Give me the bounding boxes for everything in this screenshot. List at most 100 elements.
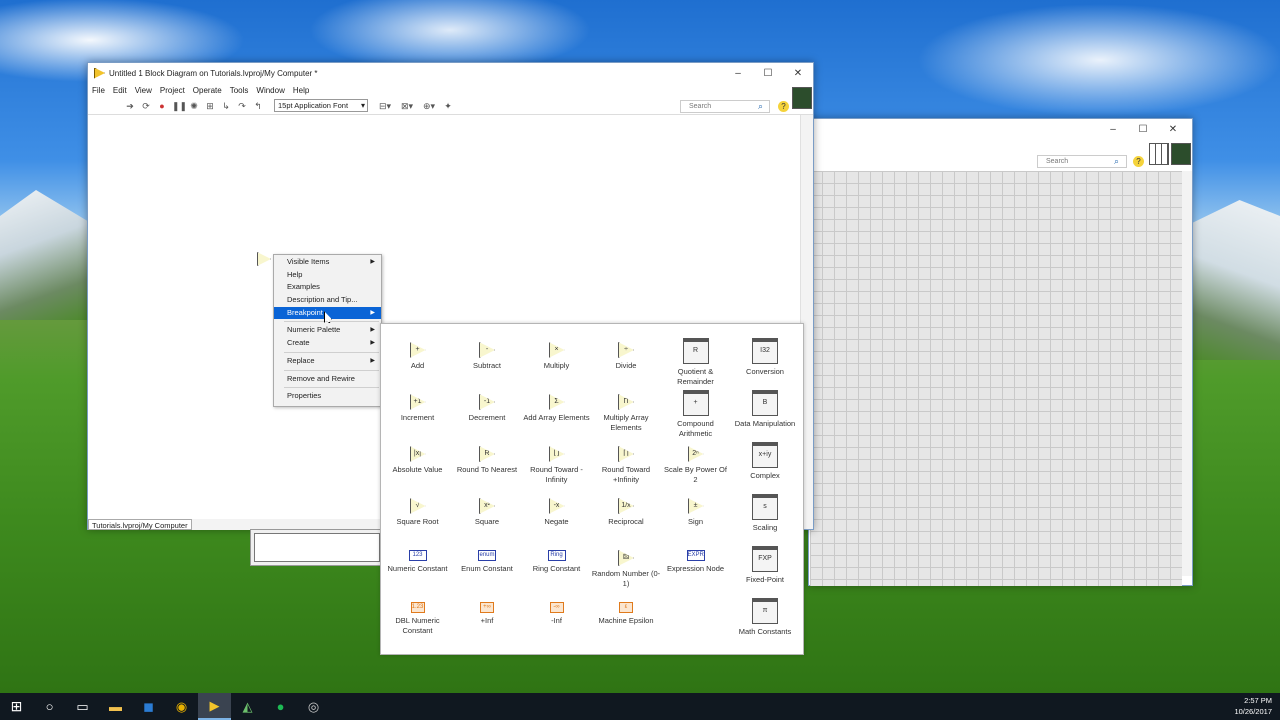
palette-item-sign[interactable]: ± Sign xyxy=(661,498,730,527)
cleanup-diagram-icon[interactable]: ✦ xyxy=(442,100,454,112)
minimize-button[interactable]: – xyxy=(1098,124,1128,135)
palette-item-compound-arithmetic[interactable]: + Compound Arithmetic xyxy=(661,390,730,439)
menu-item-examples[interactable]: Examples xyxy=(274,281,381,294)
chrome-icon[interactable]: ◉ xyxy=(165,693,198,720)
menu-help[interactable]: Help xyxy=(293,86,309,95)
palette-item-round-to-nearest[interactable]: R Round To Nearest xyxy=(453,446,522,475)
math-constants-icon: π xyxy=(752,598,778,624)
search-input[interactable]: Search xyxy=(680,100,770,113)
inf-icon: -∞ xyxy=(549,602,564,613)
palette-item-square[interactable]: x² Square xyxy=(453,498,522,527)
close-button[interactable]: ✕ xyxy=(783,68,813,79)
maximize-button[interactable]: ☐ xyxy=(1128,124,1158,135)
task-view-icon[interactable]: ▭ xyxy=(66,693,99,720)
palette-item-machine-epsilon[interactable]: ε Machine Epsilon xyxy=(592,602,661,626)
palette-item-multiply[interactable]: × Multiply xyxy=(522,342,591,371)
font-select[interactable]: 15pt Application Font xyxy=(274,99,368,112)
front-panel-window[interactable]: – ☐ ✕ Search ⌕ ? xyxy=(808,118,1193,586)
palette-item-enum-constant[interactable]: enum Enum Constant xyxy=(453,550,522,574)
palette-item-inf[interactable]: +∞ +Inf xyxy=(453,602,522,626)
run-icon[interactable]: ➔ xyxy=(124,100,136,112)
start-button[interactable]: ⊞ xyxy=(0,693,33,720)
step-over-icon[interactable]: ↷ xyxy=(236,100,248,112)
palette-item-quotient-remainder[interactable]: R Quotient & Remainder xyxy=(661,338,730,387)
file-explorer-icon[interactable]: ▬ xyxy=(99,693,132,720)
palette-item-scaling[interactable]: s Scaling xyxy=(731,494,800,533)
search-icon[interactable]: ○ xyxy=(33,693,66,720)
pause-icon[interactable]: ❚❚ xyxy=(172,100,187,112)
palette-item-conversion[interactable]: I32 Conversion xyxy=(731,338,800,377)
align-objects-icon[interactable]: ⊟▾ xyxy=(376,100,394,112)
palette-item-subtract[interactable]: - Subtract xyxy=(453,342,522,371)
palette-grid-icon[interactable] xyxy=(1149,143,1169,165)
palette-item-square-root[interactable]: √ Square Root xyxy=(383,498,452,527)
search-icon[interactable]: ⌕ xyxy=(758,101,763,112)
menu-item-description[interactable]: Description and Tip... xyxy=(274,294,381,307)
palette-item-complex[interactable]: x+iy Complex xyxy=(731,442,800,481)
retain-wire-values-icon[interactable]: ⊞ xyxy=(204,100,216,112)
palette-item-data-manipulation[interactable]: B Data Manipulation xyxy=(731,390,800,429)
palette-item-math-constants[interactable]: π Math Constants xyxy=(731,598,800,637)
taskbar: ⊞ ○ ▭ ▬ ◼ ◉ ▶ ◭ ● ◎ 2:57 PM 10/26/2017 xyxy=(0,693,1280,720)
palette-item-label: DBL Numeric Constant xyxy=(395,616,440,635)
menu-project[interactable]: Project xyxy=(160,86,185,95)
abort-icon[interactable]: ● xyxy=(156,100,168,112)
menu-item-properties[interactable]: Properties xyxy=(274,390,381,403)
palette-item-increment[interactable]: +1 Increment xyxy=(383,394,452,423)
menu-item-remove-and-rewire[interactable]: Remove and Rewire xyxy=(274,373,381,386)
palette-item-round-toward-infinity[interactable]: ⌊⌋ Round Toward -Infinity xyxy=(522,446,591,485)
palette-item-add[interactable]: + Add xyxy=(383,342,452,371)
palette-item-scale-by-power-of-2[interactable]: 2ⁿ Scale By Power Of 2 xyxy=(661,446,730,485)
palette-item-inf[interactable]: -∞ -Inf xyxy=(522,602,591,626)
palette-item-divide[interactable]: ÷ Divide xyxy=(592,342,661,371)
reorder-icon[interactable]: ⊕▾ xyxy=(420,100,438,112)
palette-item-ring-constant[interactable]: Ring Ring Constant xyxy=(522,550,591,574)
outlook-icon[interactable]: ◼ xyxy=(132,693,165,720)
menu-item-help[interactable]: Help xyxy=(274,269,381,282)
vi-icon[interactable] xyxy=(1171,143,1191,165)
palette-item-decrement[interactable]: -1 Decrement xyxy=(453,394,522,423)
search-icon[interactable]: ⌕ xyxy=(1114,156,1119,167)
menu-item-create[interactable]: Create ▶ xyxy=(274,337,381,350)
step-out-icon[interactable]: ↰ xyxy=(252,100,264,112)
app-icon[interactable]: ◭ xyxy=(231,693,264,720)
palette-item-negate[interactable]: -x Negate xyxy=(522,498,591,527)
menu-tools[interactable]: Tools xyxy=(230,86,249,95)
menu-separator xyxy=(284,351,379,353)
palette-item-multiply-array-elements[interactable]: Π Multiply Array Elements xyxy=(592,394,661,433)
palette-item-expression-node[interactable]: EXPR Expression Node xyxy=(661,550,730,574)
maximize-button[interactable]: ☐ xyxy=(753,68,783,79)
menu-item-numeric-palette[interactable]: Numeric Palette ▶ xyxy=(274,324,381,337)
menu-item-replace[interactable]: Replace ▶ xyxy=(274,355,381,368)
front-panel-vscroll[interactable] xyxy=(1182,171,1192,576)
vi-icon[interactable] xyxy=(792,87,812,109)
labview-taskbar-icon[interactable]: ▶ xyxy=(198,693,231,720)
menu-edit[interactable]: Edit xyxy=(113,86,127,95)
close-button[interactable]: ✕ xyxy=(1158,124,1188,135)
palette-item-fixed-point[interactable]: FXP Fixed-Point xyxy=(731,546,800,585)
palette-item-dbl-numeric-constant[interactable]: 1.23 DBL Numeric Constant xyxy=(383,602,452,636)
help-icon[interactable]: ? xyxy=(778,101,789,112)
spotify-icon[interactable]: ● xyxy=(264,693,297,720)
step-into-icon[interactable]: ↳ xyxy=(220,100,232,112)
system-clock[interactable]: 2:57 PM 10/26/2017 xyxy=(1234,695,1272,717)
menu-file[interactable]: File xyxy=(92,86,105,95)
menu-view[interactable]: View xyxy=(135,86,152,95)
front-panel-canvas[interactable] xyxy=(810,171,1182,586)
palette-item-numeric-constant[interactable]: 123 Numeric Constant xyxy=(383,550,452,574)
palette-item-round-toward-infinity[interactable]: ⌈⌉ Round Toward +Infinity xyxy=(592,446,661,485)
menu-item-visible-items[interactable]: Visible Items ▶ xyxy=(274,256,381,269)
palette-item-add-array-elements[interactable]: Σ Add Array Elements xyxy=(522,394,591,423)
app-icon[interactable]: ◎ xyxy=(297,693,330,720)
palette-item-absolute-value[interactable]: |x| Absolute Value xyxy=(383,446,452,475)
palette-item-reciprocal[interactable]: 1/x Reciprocal xyxy=(592,498,661,527)
distribute-objects-icon[interactable]: ⊠▾ xyxy=(398,100,416,112)
menu-window[interactable]: Window xyxy=(256,86,284,95)
palette-item-random-number-0-1[interactable]: ⚄ Random Number (0-1) xyxy=(592,550,661,589)
highlight-execution-icon[interactable]: ✺ xyxy=(188,100,200,112)
run-continuously-icon[interactable]: ⟳ xyxy=(140,100,152,112)
menu-operate[interactable]: Operate xyxy=(193,86,222,95)
minimize-button[interactable]: – xyxy=(723,68,753,79)
help-icon[interactable]: ? xyxy=(1133,156,1144,167)
title-bar[interactable]: Untitled 1 Block Diagram on Tutorials.lv… xyxy=(88,63,813,83)
